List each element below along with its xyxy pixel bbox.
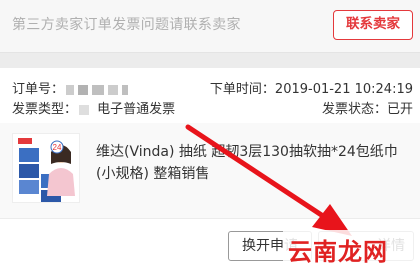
card-divider [0, 218, 420, 219]
product-item[interactable]: 24 维达(Vinda) 抽纸 超韧3层130抽软抽*24包纸巾(小规格) 整箱… [0, 123, 420, 218]
contact-seller-button[interactable]: 联系卖家 [333, 10, 413, 40]
invoice-status-value: 已开 [386, 102, 413, 117]
product-thumbnail: 24 [12, 133, 80, 203]
section-gap [0, 53, 420, 68]
watermark-logo: 云南龙网 [288, 237, 388, 266]
order-number-label: 订单号： [12, 82, 65, 97]
invoice-status-row: 发票状态：已开 [322, 98, 413, 117]
product-title[interactable]: 维达(Vinda) 抽纸 超韧3层130抽软抽*24包纸巾(小规格) 整箱销售 [96, 141, 416, 185]
order-time-value: 2019-01-21 10:24:19 [274, 82, 413, 97]
invoice-type-value: 电子普通发票 [97, 102, 176, 117]
invoice-status-label: 发票状态： [321, 102, 387, 117]
order-number-row: 订单号： [12, 78, 129, 97]
invoice-type-row: 发票类型： 电子普通发票 [12, 98, 175, 117]
thumb-badge: 24 [53, 143, 62, 152]
invoice-type-label: 发票类型： [12, 102, 78, 117]
invoice-notice-banner: 第三方卖家订单发票问题请联系卖家 联系卖家 [0, 0, 420, 53]
invoice-notice-text: 第三方卖家订单发票问题请联系卖家 [12, 17, 241, 33]
order-number-redacted [66, 84, 129, 95]
order-time-row: 下单时间：2019-01-21 10:24:19 [210, 78, 413, 97]
invoice-type-redacted [79, 104, 90, 115]
order-time-label: 下单时间： [209, 82, 275, 97]
